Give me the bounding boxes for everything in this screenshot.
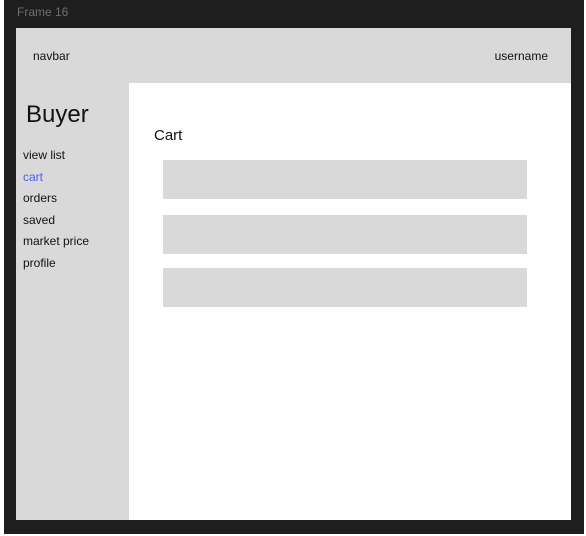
navbar: navbar username — [16, 28, 571, 83]
sidebar-menu: view list cart orders saved market price… — [23, 145, 89, 274]
frame-label: Frame 16 — [17, 5, 69, 19]
sidebar-heading: Buyer — [26, 101, 89, 128]
app-frame: navbar username Buyer view list cart ord… — [16, 28, 571, 520]
sidebar-item-market-price[interactable]: market price — [23, 231, 89, 253]
sidebar-item-orders[interactable]: orders — [23, 188, 89, 210]
cart-item-placeholder[interactable] — [163, 215, 527, 254]
cart-item-placeholder[interactable] — [163, 268, 527, 307]
sidebar-item-cart[interactable]: cart — [23, 167, 89, 189]
navbar-title: navbar — [33, 49, 70, 63]
cart-item-placeholder[interactable] — [163, 160, 527, 199]
design-canvas: Frame 16 navbar username Buyer view list… — [4, 0, 584, 534]
sidebar-item-view-list[interactable]: view list — [23, 145, 89, 167]
sidebar: Buyer view list cart orders saved market… — [16, 83, 129, 520]
sidebar-item-profile[interactable]: profile — [23, 253, 89, 275]
page-title: Cart — [154, 127, 183, 144]
sidebar-item-saved[interactable]: saved — [23, 210, 89, 232]
main-content: Cart — [129, 83, 571, 520]
username-link[interactable]: username — [495, 49, 548, 63]
